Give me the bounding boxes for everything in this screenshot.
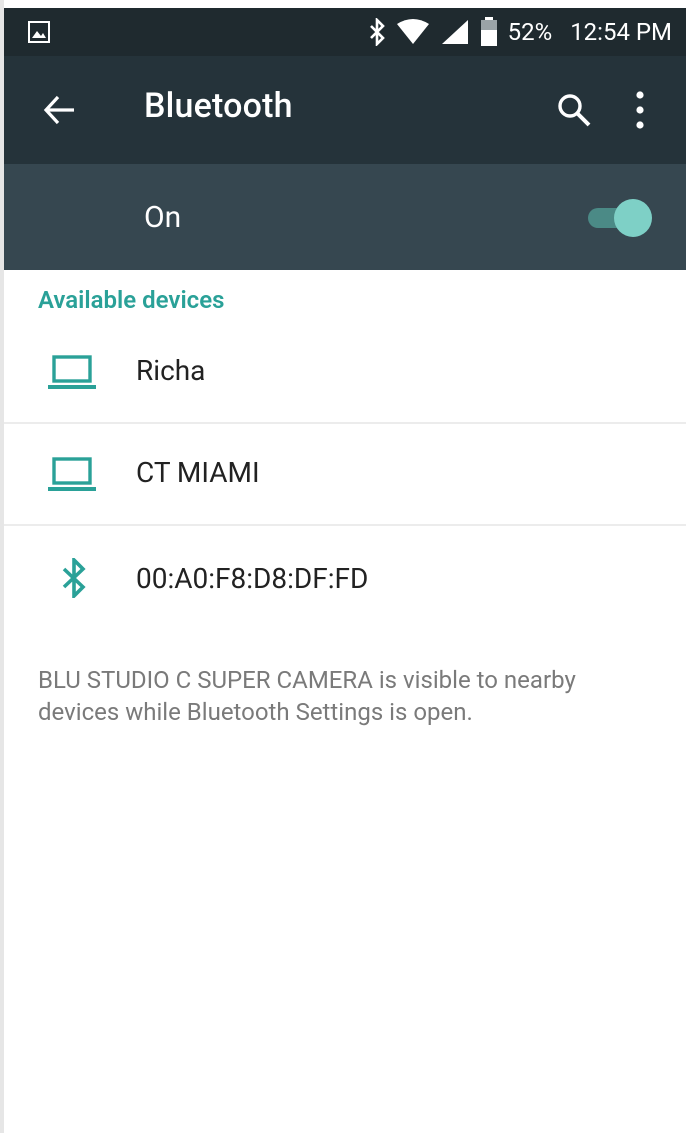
app-bar: Bluetooth (4, 56, 686, 164)
search-icon[interactable] (556, 92, 592, 128)
device-row-richa[interactable]: Richa (4, 320, 686, 424)
clock: 12:54 PM (570, 18, 672, 46)
battery-icon (480, 17, 497, 46)
switch-thumb (614, 199, 652, 237)
toggle-state-label: On (144, 200, 182, 235)
bluetooth-settings-screen: 52% 12:54 PM Bluetooth On Available devi… (0, 0, 686, 1133)
status-bar: 52% 12:54 PM (4, 8, 686, 56)
image-notification-icon (28, 21, 50, 43)
bluetooth-switch[interactable] (586, 198, 654, 238)
device-row-mac-address[interactable]: 00:A0:F8:D8:DF:FD (4, 526, 686, 630)
visibility-info-text: BLU STUDIO C SUPER CAMERA is visible to … (38, 666, 576, 726)
device-row-ct-miami[interactable]: CT MIAMI (4, 424, 686, 528)
bluetooth-icon (62, 558, 86, 598)
device-name: CT MIAMI (136, 456, 260, 489)
cellular-signal-icon (441, 20, 468, 44)
back-arrow-icon[interactable] (42, 92, 78, 128)
status-icons: 52% 12:54 PM (368, 8, 672, 56)
more-options-icon[interactable] (632, 90, 648, 130)
wifi-icon (396, 19, 429, 44)
laptop-icon (48, 457, 96, 491)
bluetooth-toggle-bar[interactable]: On (4, 164, 686, 270)
laptop-icon (48, 355, 96, 389)
battery-percent: 52% (507, 18, 553, 46)
bluetooth-status-icon (369, 18, 385, 46)
page-title: Bluetooth (144, 86, 293, 126)
device-name: 00:A0:F8:D8:DF:FD (136, 562, 369, 595)
device-name: Richa (136, 354, 206, 387)
available-devices-header: Available devices (38, 286, 225, 314)
